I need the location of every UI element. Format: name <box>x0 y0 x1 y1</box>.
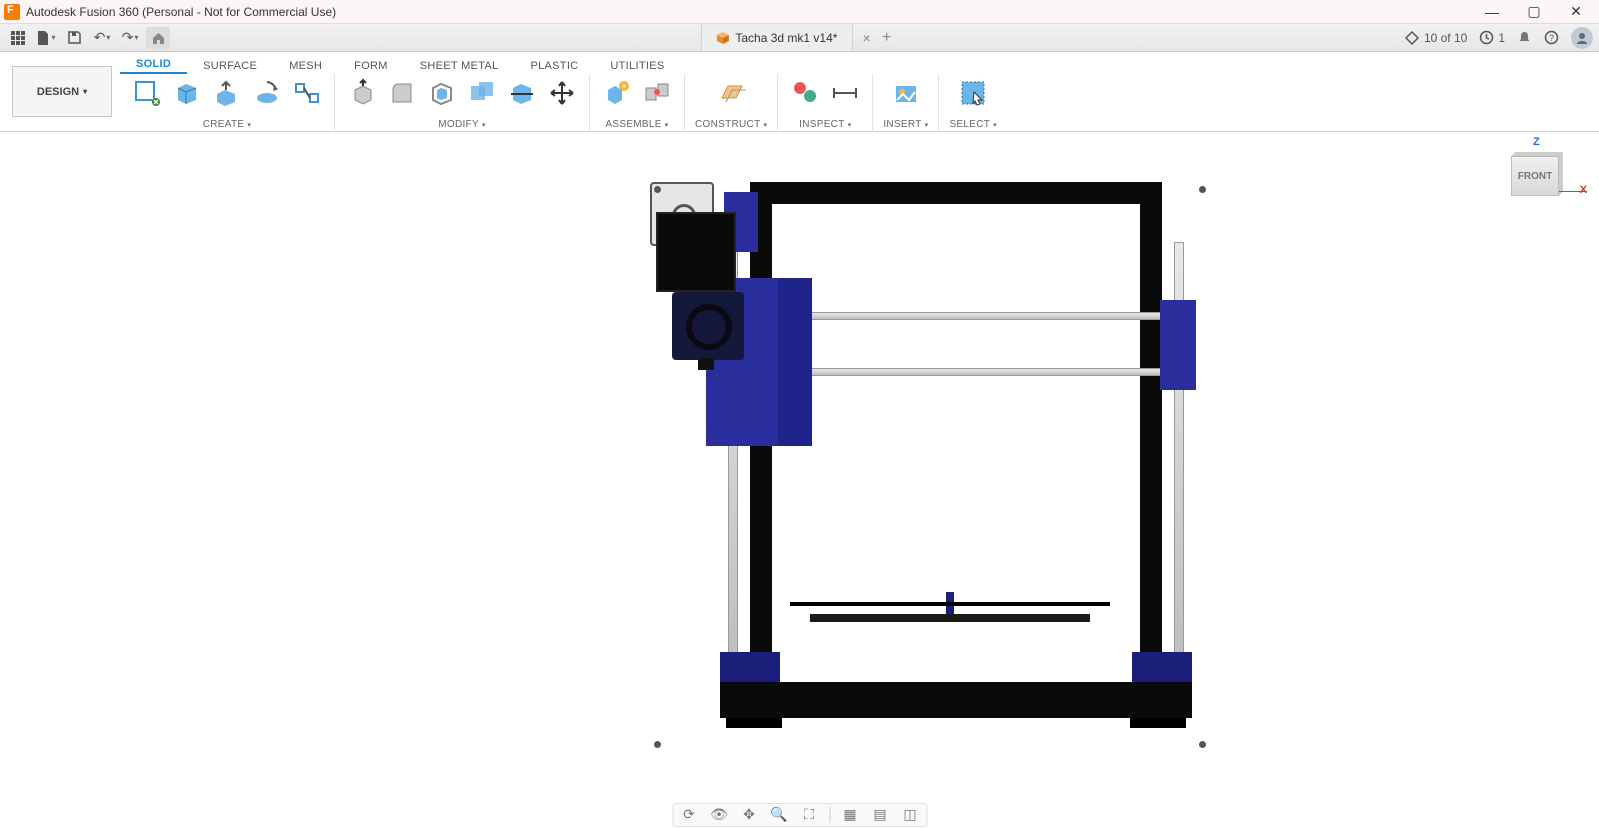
axis-z-label: Z <box>1533 136 1540 148</box>
revolve-tool[interactable] <box>250 76 284 110</box>
select-tool[interactable] <box>956 76 990 110</box>
look-button[interactable]: 👁 <box>709 806 729 824</box>
ribbon-tab-sheetmetal[interactable]: SHEET METAL <box>404 56 515 74</box>
save-button[interactable] <box>62 27 86 49</box>
undo-button[interactable]: ↶▾ <box>90 27 114 49</box>
workspace-label: DESIGN <box>37 86 79 98</box>
sweep-tool[interactable] <box>290 76 324 110</box>
job-status-button[interactable]: 1 <box>1479 30 1505 45</box>
document-tab[interactable]: Tacha 3d mk1 v14* <box>700 24 852 51</box>
dimension-tool[interactable] <box>828 76 862 110</box>
fit-button[interactable]: ⛶ <box>799 806 819 824</box>
window-minimize-button[interactable]: — <box>1483 4 1501 20</box>
group-label-construct[interactable]: CONSTRUCT▾ <box>695 119 767 132</box>
viewcube[interactable]: Z FRONT X <box>1505 142 1565 202</box>
measure-tool[interactable] <box>788 76 822 110</box>
new-component-tool[interactable] <box>600 76 634 110</box>
zoom-button[interactable]: 🔍 <box>769 806 789 824</box>
window-close-button[interactable]: ✕ <box>1567 3 1585 20</box>
viewcube-face[interactable]: FRONT <box>1511 156 1559 196</box>
navigation-toolbar: ⟳ 👁 ✥ 🔍 ⛶ ▦ ▤ ◫ <box>672 803 927 827</box>
presspull-tool[interactable] <box>345 76 379 110</box>
window-title: Autodesk Fusion 360 (Personal - Not for … <box>26 5 336 19</box>
group-label-select[interactable]: SELECT▾ <box>949 119 997 132</box>
grid-settings-button[interactable]: ▤ <box>870 806 890 824</box>
ribbon-tab-utilities[interactable]: UTILITIES <box>594 56 680 74</box>
extrude-tool[interactable] <box>210 76 244 110</box>
ribbon-tab-surface[interactable]: SURFACE <box>187 56 273 74</box>
insert-tool[interactable] <box>889 76 923 110</box>
display-settings-button[interactable]: ▦ <box>840 806 860 824</box>
ribbon-group-construct: CONSTRUCT▾ <box>685 74 778 132</box>
viewport-canvas[interactable]: Z FRONT X <box>0 132 1599 829</box>
redo-button[interactable]: ↷▾ <box>118 27 142 49</box>
ribbon-group-assemble: ASSEMBLE▾ <box>590 74 685 132</box>
data-panel-button[interactable] <box>6 27 30 49</box>
notifications-button[interactable] <box>1517 30 1532 45</box>
file-menu-button[interactable]: ▾ <box>34 27 58 49</box>
workspace-switcher[interactable]: DESIGN▾ <box>12 66 112 117</box>
document-title: Tacha 3d mk1 v14* <box>735 31 837 45</box>
ribbon-tab-solid[interactable]: SOLID <box>120 54 187 74</box>
profile-avatar[interactable] <box>1571 27 1593 49</box>
plane-tool[interactable] <box>714 76 748 110</box>
group-label-assemble[interactable]: ASSEMBLE▾ <box>605 119 668 132</box>
ribbon: DESIGN▾ SOLID SURFACE MESH FORM SHEET ME… <box>0 52 1599 132</box>
ribbon-group-inspect: INSPECT▾ <box>778 74 873 132</box>
sketch-tool[interactable] <box>130 76 164 110</box>
ribbon-tab-mesh[interactable]: MESH <box>273 56 338 74</box>
shell-tool[interactable] <box>425 76 459 110</box>
axis-x-label: X <box>1580 184 1587 196</box>
svg-text:?: ? <box>1549 33 1554 43</box>
ribbon-group-insert: INSERT▾ <box>873 74 939 132</box>
help-button[interactable]: ? <box>1544 30 1559 45</box>
fillet-tool[interactable] <box>385 76 419 110</box>
window-maximize-button[interactable]: ▢ <box>1525 3 1543 20</box>
combine-tool[interactable] <box>465 76 499 110</box>
cube-icon <box>715 31 729 45</box>
model-3d-printer[interactable] <box>650 182 1210 752</box>
ribbon-tab-plastic[interactable]: PLASTIC <box>514 56 594 74</box>
jobs-count: 1 <box>1498 31 1505 45</box>
new-tab-button[interactable]: + <box>875 29 899 47</box>
extensions-button[interactable]: 10 of 10 <box>1404 30 1467 46</box>
quick-access-toolbar: ▾ ↶▾ ↷▾ Tacha 3d mk1 v14* × + 10 of 10 1 <box>0 24 1599 52</box>
group-label-inspect[interactable]: INSPECT▾ <box>799 119 851 132</box>
group-label-create[interactable]: CREATE▾ <box>203 119 251 132</box>
split-tool[interactable] <box>505 76 539 110</box>
close-tab-button[interactable]: × <box>862 30 870 46</box>
ribbon-tab-form[interactable]: FORM <box>338 56 404 74</box>
extensions-count: 10 of 10 <box>1424 31 1467 45</box>
ribbon-group-modify: MODIFY▾ <box>335 74 590 132</box>
home-button[interactable] <box>146 27 170 49</box>
pan-button[interactable]: ✥ <box>739 806 759 824</box>
window-titlebar: Autodesk Fusion 360 (Personal - Not for … <box>0 0 1599 24</box>
move-tool[interactable] <box>545 76 579 110</box>
group-label-insert[interactable]: INSERT▾ <box>883 119 928 132</box>
orbit-button[interactable]: ⟳ <box>679 806 699 824</box>
app-icon <box>4 4 20 20</box>
ribbon-group-select: SELECT▾ <box>939 74 1007 132</box>
joint-tool[interactable] <box>640 76 674 110</box>
group-label-modify[interactable]: MODIFY▾ <box>438 119 486 132</box>
viewport-button[interactable]: ◫ <box>900 806 920 824</box>
ribbon-group-create: CREATE▾ <box>120 74 335 132</box>
box-tool[interactable] <box>170 76 204 110</box>
